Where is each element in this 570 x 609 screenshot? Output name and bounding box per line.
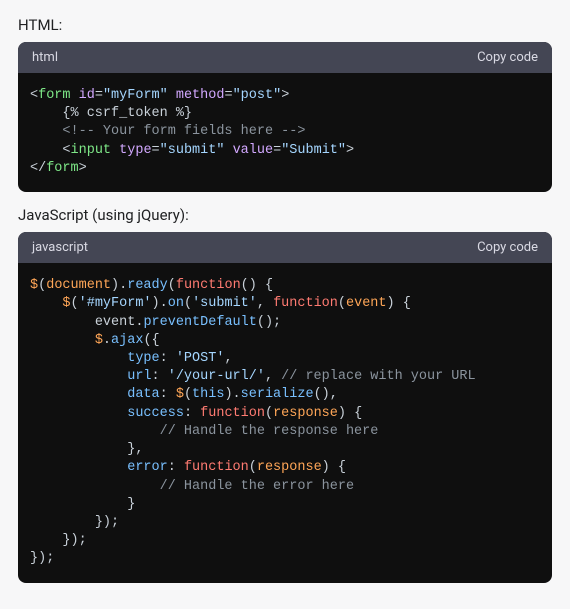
- html-code: <form id="myForm" method="post"> {% csrf…: [18, 73, 552, 192]
- html-heading: HTML:: [18, 16, 552, 34]
- html-code-block: html Copy code <form id="myForm" method=…: [18, 42, 552, 192]
- js-code: $(document).ready(function() { $('#myFor…: [18, 263, 552, 583]
- code-header: html Copy code: [18, 42, 552, 73]
- copy-button[interactable]: Copy code: [477, 50, 538, 65]
- js-heading: JavaScript (using jQuery):: [18, 206, 552, 224]
- js-code-block: javascript Copy code $(document).ready(f…: [18, 232, 552, 583]
- lang-label: javascript: [32, 240, 88, 255]
- lang-label: html: [32, 50, 58, 65]
- code-header: javascript Copy code: [18, 232, 552, 263]
- page: HTML: html Copy code <form id="myForm" m…: [0, 0, 570, 609]
- copy-button[interactable]: Copy code: [477, 240, 538, 255]
